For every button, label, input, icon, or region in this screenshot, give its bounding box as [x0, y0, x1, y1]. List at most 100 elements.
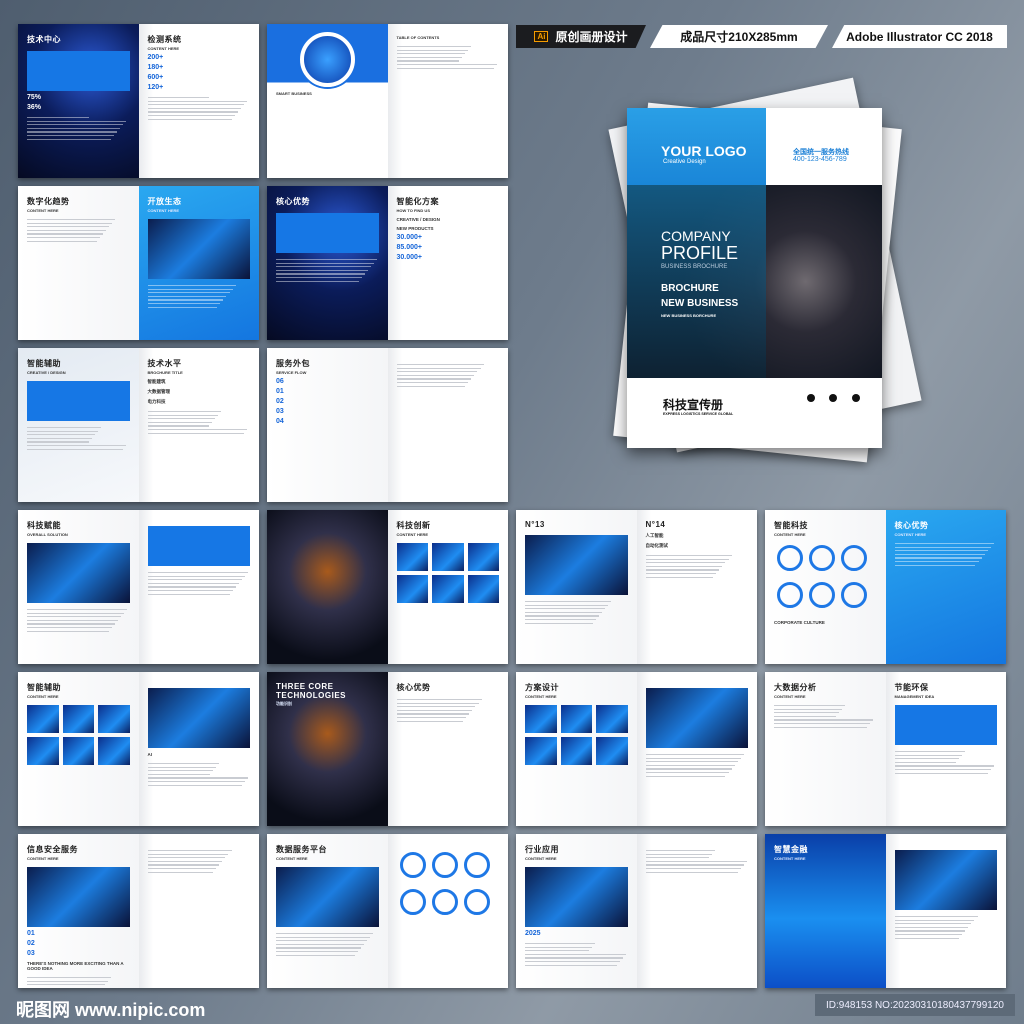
text-lines — [396, 699, 500, 722]
text-lines — [27, 219, 130, 242]
page-label: 06 — [276, 378, 284, 385]
page-subtitle: CONTENT HERE — [27, 856, 59, 861]
page-title: 数据服务平台 — [276, 845, 327, 854]
image-tile — [560, 705, 592, 733]
page-label: 85.000+ — [396, 244, 423, 251]
left-page: 科技赋能 OVERALL SOLUTION — [18, 510, 139, 664]
brochure-spread: 智慧金融 CONTENT HERE — [765, 834, 1006, 988]
text-lines — [894, 543, 998, 566]
brochure-spread: 数据服务平台 CONTENT HERE — [267, 834, 508, 988]
image-tile — [432, 575, 464, 603]
text-lines — [774, 705, 877, 728]
cover-mockup: YOUR LOGO Creative Design 全国统一服务热线 400-1… — [580, 70, 1000, 490]
image-tile — [27, 737, 59, 765]
image-tile — [396, 543, 428, 571]
image-tile — [525, 705, 557, 733]
page-subtitle: CONTENT HERE — [396, 532, 429, 537]
blue-panel — [27, 51, 130, 91]
page-label: 02 — [276, 398, 284, 405]
photo-block — [147, 219, 250, 279]
page-subtitle: CONTENT HERE — [774, 694, 806, 699]
left-page: 智慧金融 CONTENT HERE — [765, 834, 886, 988]
text-lines — [396, 46, 500, 69]
image-tile — [560, 737, 592, 765]
image-tile — [98, 705, 130, 733]
page-subtitle: 功能识别 — [276, 701, 292, 706]
photo-block — [276, 867, 379, 927]
page-title: 服务外包 — [276, 359, 310, 368]
text-lines — [645, 754, 749, 777]
circle-group — [774, 542, 877, 616]
blue-panel — [27, 381, 130, 421]
text-lines — [147, 763, 251, 786]
page-title: THREE CORE TECHNOLOGIES — [276, 682, 347, 700]
page-title: 开放生态 — [147, 197, 182, 206]
page-title: 智能化方案 — [396, 197, 439, 206]
brochure-cover: YOUR LOGO Creative Design 全国统一服务热线 400-1… — [627, 108, 882, 448]
left-page: 行业应用 CONTENT HERE 2025 — [516, 834, 637, 988]
cover-logo-sub: Creative Design — [663, 159, 706, 165]
page-subtitle: BROCHURE TITLE — [147, 370, 183, 375]
circle-badge — [809, 545, 835, 571]
page-subtitle: OVERALL SOLUTION — [27, 532, 68, 537]
text-lines — [396, 364, 500, 387]
right-page — [636, 672, 757, 826]
page-label: 120+ — [147, 84, 164, 91]
page-subtitle: CONTENT HERE — [894, 532, 927, 537]
cover-title-2: PROFILE — [661, 243, 739, 263]
brochure-spread: 数字化趋势 CONTENT HERE 开放生态 CONTENT HERE — [18, 186, 259, 340]
right-page — [138, 834, 259, 988]
text-lines — [894, 751, 998, 774]
left-page: 数据服务平台 CONTENT HERE — [267, 834, 388, 988]
page-title: 智慧金融 — [774, 845, 808, 854]
page-title: 智能科技 — [774, 521, 808, 530]
text-lines — [276, 259, 379, 282]
watermark-site: 昵图网 www.nipic.com — [16, 1000, 206, 1020]
right-page: 检测系统 CONTENT HERE 200+ 180+ 600+ 120+ — [138, 24, 259, 178]
left-page: 智能科技 CONTENT HERE CORPORATE CULTURE — [765, 510, 886, 664]
page-label: 智能建筑 — [147, 379, 166, 384]
mail-icon — [829, 394, 837, 402]
right-page: 科技创新 CONTENT HERE — [387, 510, 508, 664]
text-lines — [147, 97, 251, 120]
left-page: N°13 — [516, 510, 637, 664]
right-page: 技术水平 BROCHURE TITLE 智能建筑 大数据管理 电力科技 — [138, 348, 259, 502]
image-tile — [467, 575, 499, 603]
left-page: 核心优势 — [267, 186, 388, 340]
circle-group — [397, 849, 500, 923]
brochure-spread: 核心优势 智能化方案 HOW TO FIND US CREATIVE / DESIGN… — [267, 186, 508, 340]
page-title: 核心优势 — [276, 197, 310, 206]
page-subtitle: CONTENT HERE — [525, 694, 557, 699]
brochure-spread: 科技创新 CONTENT HERE — [267, 510, 508, 664]
page-label: 30.000+ — [396, 234, 423, 241]
circle-badge — [431, 889, 458, 915]
cover-logo: YOUR LOGO — [661, 143, 747, 159]
text-lines — [27, 977, 130, 988]
page-label: 75% — [27, 94, 42, 101]
page-title: 大数据分析 — [774, 683, 817, 692]
page-label: 01 — [276, 388, 284, 395]
brochure-spread: 方案设计 CONTENT HERE — [516, 672, 757, 826]
cover-line-2: NEW BUSINESS — [661, 298, 739, 309]
page-title: 数字化趋势 — [27, 197, 70, 206]
circle-badge — [841, 582, 867, 608]
right-page: 开放生态 CONTENT HERE — [138, 186, 259, 340]
left-page: 大数据分析 CONTENT HERE — [765, 672, 886, 826]
page-title: 方案设计 — [525, 683, 559, 692]
brochure-spread: N°13 N°14 人工智能 自动化测试 — [516, 510, 757, 664]
photo-block — [645, 688, 748, 748]
image-tile — [596, 737, 628, 765]
brochure-spread: 行业应用 CONTENT HERE 2025 — [516, 834, 757, 988]
text-lines — [894, 916, 998, 939]
page-label: 2025 — [525, 930, 541, 937]
page-title: 科技赋能 — [27, 521, 61, 530]
page-title: 科技创新 — [396, 521, 431, 530]
circle-badge — [463, 852, 490, 878]
right-page — [636, 834, 757, 988]
circle-badge — [463, 889, 490, 915]
text-lines — [645, 555, 749, 578]
right-page — [387, 348, 508, 502]
page-title: 技术水平 — [147, 359, 182, 368]
page-title: N°14 — [645, 520, 666, 529]
right-page: TABLE OF CONTENTS — [387, 24, 508, 178]
